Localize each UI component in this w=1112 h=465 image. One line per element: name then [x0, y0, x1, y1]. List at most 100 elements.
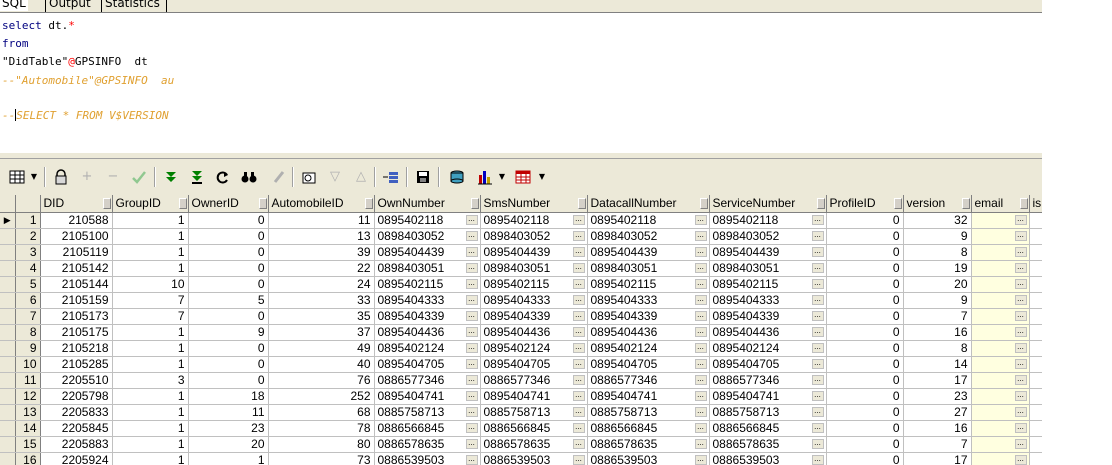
table-cell[interactable]: 0895404741... — [709, 388, 827, 405]
table-cell[interactable]: 1 — [112, 244, 189, 261]
table-cell[interactable] — [1029, 260, 1042, 277]
table-cell[interactable] — [1029, 228, 1042, 245]
ellipsis-button[interactable]: ... — [572, 406, 585, 417]
post-edit-icon[interactable] — [130, 168, 148, 186]
table-cell[interactable]: 0885758713... — [587, 404, 710, 421]
table-cell[interactable]: 0886566845... — [709, 420, 827, 437]
table-cell[interactable]: 23 — [903, 388, 972, 405]
table-cell[interactable]: 1 — [112, 420, 189, 437]
table-cell[interactable]: 0 — [188, 228, 269, 245]
ellipsis-button[interactable]: ... — [694, 214, 707, 225]
table-cell[interactable] — [1029, 420, 1042, 437]
ellipsis-button[interactable]: ... — [694, 438, 707, 449]
ellipsis-button[interactable]: ... — [1014, 230, 1027, 241]
column-header[interactable]: is — [1029, 195, 1042, 213]
table-cell[interactable]: 252 — [268, 388, 375, 405]
table-cell[interactable]: 1 — [112, 324, 189, 341]
ellipsis-button[interactable]: ... — [811, 342, 824, 353]
ellipsis-button[interactable]: ... — [811, 374, 824, 385]
table-cell[interactable]: 0898403052... — [480, 228, 588, 245]
table-cell[interactable]: 0 — [826, 404, 904, 421]
row-indicator[interactable] — [0, 340, 16, 357]
table-cell[interactable]: 0895404333... — [709, 292, 827, 309]
fetch-last-icon[interactable] — [188, 168, 206, 186]
table-cell-email[interactable]: ... — [971, 404, 1030, 421]
fetch-next-icon[interactable] — [162, 168, 180, 186]
table-cell[interactable]: 1 — [112, 228, 189, 245]
ellipsis-button[interactable]: ... — [572, 294, 585, 305]
ellipsis-button[interactable]: ... — [465, 326, 478, 337]
ellipsis-button[interactable]: ... — [1014, 390, 1027, 401]
table-cell[interactable]: 0895402115... — [374, 276, 481, 293]
export-icon[interactable] — [448, 168, 466, 186]
table-cell[interactable]: 0886577346... — [709, 372, 827, 389]
ellipsis-button[interactable]: ... — [694, 374, 707, 385]
table-cell[interactable]: 23 — [188, 420, 269, 437]
table-cell[interactable]: 8 — [903, 244, 972, 261]
ellipsis-button[interactable]: ... — [811, 422, 824, 433]
table-cell[interactable]: 1 — [112, 340, 189, 357]
table-cell[interactable]: 7 — [112, 308, 189, 325]
table-cell-email[interactable]: ... — [971, 340, 1030, 357]
table-cell-email[interactable]: ... — [971, 292, 1030, 309]
table-cell[interactable]: 19 — [903, 260, 972, 277]
chevron-down-icon[interactable]: ▼ — [30, 168, 38, 186]
table-cell[interactable] — [1029, 212, 1042, 229]
table-cell-email[interactable]: ... — [971, 388, 1030, 405]
ellipsis-button[interactable]: ... — [465, 230, 478, 241]
table-cell[interactable] — [1029, 324, 1042, 341]
table-cell[interactable] — [1029, 244, 1042, 261]
ellipsis-button[interactable]: ... — [465, 438, 478, 449]
ellipsis-button[interactable]: ... — [572, 326, 585, 337]
table-cell[interactable]: 0895404339... — [374, 308, 481, 325]
ellipsis-button[interactable]: ... — [465, 358, 478, 369]
table-cell[interactable]: 0 — [826, 244, 904, 261]
table-cell[interactable]: 0895404436... — [480, 324, 588, 341]
ellipsis-button[interactable]: ... — [1014, 214, 1027, 225]
table-cell[interactable]: 7 — [903, 436, 972, 453]
ellipsis-button[interactable]: ... — [465, 454, 478, 465]
table-cell[interactable] — [1029, 340, 1042, 357]
ellipsis-button[interactable]: ... — [572, 358, 585, 369]
ellipsis-button[interactable]: ... — [572, 374, 585, 385]
table-cell[interactable]: 2105100 — [40, 228, 113, 245]
table-cell[interactable]: 0895404339... — [709, 308, 827, 325]
tab-sql[interactable]: SQL — [0, 0, 28, 11]
ellipsis-button[interactable]: ... — [1014, 326, 1027, 337]
table-cell[interactable]: 0895404741... — [480, 388, 588, 405]
ellipsis-button[interactable]: ... — [465, 246, 478, 257]
table-cell-email[interactable]: ... — [971, 308, 1030, 325]
filter-icon[interactable]: ▽ — [326, 168, 344, 186]
table-cell[interactable]: 18 — [188, 388, 269, 405]
table-cell[interactable]: 0886578635... — [587, 436, 710, 453]
table-cell[interactable]: 1 — [112, 404, 189, 421]
table-cell[interactable]: 0895404741... — [587, 388, 710, 405]
tab-output[interactable]: Output — [47, 0, 93, 11]
row-indicator[interactable] — [0, 324, 16, 341]
table-cell[interactable]: 210588 — [40, 212, 113, 229]
table-cell[interactable]: 0 — [826, 228, 904, 245]
table-cell[interactable]: 0895404439... — [374, 244, 481, 261]
ellipsis-button[interactable]: ... — [1014, 246, 1027, 257]
table-cell[interactable]: 0886577346... — [480, 372, 588, 389]
row-indicator[interactable] — [0, 452, 16, 465]
table-cell[interactable]: 9 — [903, 292, 972, 309]
table-cell[interactable]: 0 — [188, 340, 269, 357]
ellipsis-button[interactable]: ... — [572, 422, 585, 433]
table-cell[interactable] — [1029, 372, 1042, 389]
table-cell[interactable]: 0886578635... — [374, 436, 481, 453]
table-cell[interactable]: 37 — [268, 324, 375, 341]
table-cell[interactable]: 5 — [188, 292, 269, 309]
ellipsis-button[interactable]: ... — [694, 278, 707, 289]
table-cell[interactable]: 14 — [903, 356, 972, 373]
table-cell[interactable]: 0898403051... — [480, 260, 588, 277]
table-cell[interactable]: 0 — [826, 276, 904, 293]
table-cell[interactable]: 0886566845... — [374, 420, 481, 437]
table-cell[interactable]: 0886577346... — [587, 372, 710, 389]
table-cell[interactable]: 0 — [188, 372, 269, 389]
table-cell[interactable]: 2105173 — [40, 308, 113, 325]
ellipsis-button[interactable]: ... — [572, 438, 585, 449]
table-cell[interactable]: 0885758713... — [480, 404, 588, 421]
table-cell-email[interactable]: ... — [971, 436, 1030, 453]
ellipsis-button[interactable]: ... — [811, 246, 824, 257]
